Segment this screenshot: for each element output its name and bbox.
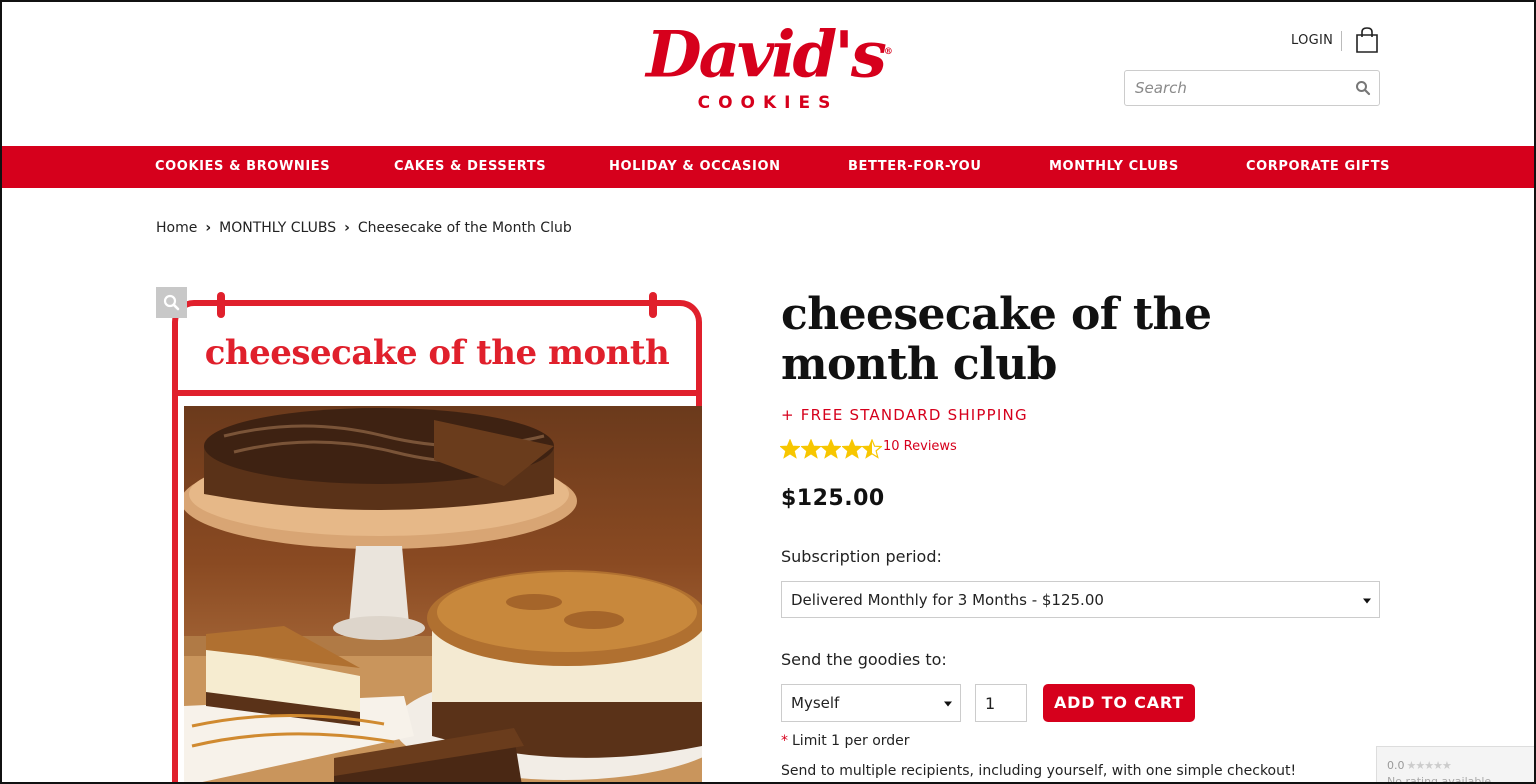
quantity-input[interactable]: [985, 693, 1019, 713]
required-asterisk: *: [781, 733, 788, 749]
nav-item-monthly-clubs[interactable]: MONTHLY CLUBS: [1049, 146, 1179, 188]
nav-item-cakes-desserts[interactable]: CAKES & DESSERTS: [394, 146, 546, 188]
subscription-period-label: Subscription period:: [781, 547, 942, 566]
header-divider: [1341, 31, 1342, 51]
rating-widget-badge[interactable]: 0.0 ★★★★★ No rating available: [1376, 746, 1534, 784]
chevron-right-icon: ›: [344, 220, 350, 236]
image-card-title: cheesecake of the month: [204, 333, 670, 373]
image-card: cheesecake of the month: [172, 300, 702, 784]
reviews-link[interactable]: 10 Reviews: [883, 439, 957, 454]
image-card-divider: [178, 390, 696, 396]
nav-item-better-for-you[interactable]: BETTER-FOR-YOU: [848, 146, 982, 188]
send-to-label: Send the goodies to:: [781, 650, 947, 669]
search-input[interactable]: [1135, 77, 1335, 99]
product-price: $125.00: [781, 486, 885, 511]
zoom-button[interactable]: [156, 287, 187, 318]
nav-item-holiday-occasion[interactable]: HOLIDAY & OCCASION: [609, 146, 781, 188]
rating-badge-subtitle: No rating available: [1387, 775, 1492, 784]
nav-item-corporate-gifts[interactable]: CORPORATE GIFTS: [1246, 146, 1390, 188]
chevron-down-icon: [1363, 598, 1371, 603]
free-shipping-label: + FREE STANDARD SHIPPING: [781, 406, 1028, 424]
quantity-field[interactable]: [975, 684, 1027, 722]
star-icon: [862, 438, 882, 459]
breadcrumb-home[interactable]: Home: [156, 220, 197, 236]
limit-note: * Limit 1 per order: [781, 733, 910, 749]
zoom-icon: [163, 294, 180, 311]
subscription-period-value: Delivered Monthly for 3 Months - $125.00: [791, 590, 1104, 609]
product-image[interactable]: cheesecake of the month: [172, 292, 702, 784]
multi-recipient-note: Send to multiple recipients, including y…: [781, 763, 1297, 779]
breadcrumb-current: Cheesecake of the Month Club: [357, 220, 572, 236]
search-icon[interactable]: [1355, 80, 1371, 96]
star-icon: [841, 438, 862, 459]
calendar-ring-left: [217, 292, 225, 318]
star-icon: [780, 438, 800, 459]
star-icon: [800, 438, 821, 459]
chevron-right-icon: ›: [205, 220, 212, 236]
product-title: cheesecake of the month club: [781, 289, 1212, 390]
limit-text: Limit 1 per order: [792, 733, 910, 749]
search-box[interactable]: [1124, 70, 1380, 106]
breadcrumb: Home › MONTHLY CLUBS › Cheesecake of the Mon…: [156, 220, 572, 236]
logo-wordmark: David's®: [646, 17, 893, 93]
breadcrumb-monthly-clubs[interactable]: MONTHLY CLUBS: [219, 220, 336, 236]
calendar-ring-right: [649, 292, 657, 318]
nav-item-cookies-brownies[interactable]: COOKIES & BROWNIES: [155, 146, 330, 188]
cheesecake-photo: [184, 406, 702, 784]
send-to-select[interactable]: Myself: [781, 684, 961, 722]
subscription-period-select[interactable]: Delivered Monthly for 3 Months - $125.00: [781, 581, 1380, 618]
main-nav: COOKIES & BROWNIES CAKES & DESSERTS HOLI…: [2, 146, 1534, 188]
logo-subtitle: COOKIES: [697, 93, 839, 114]
send-to-value: Myself: [791, 694, 840, 712]
rating-badge-score: 0.0: [1387, 759, 1405, 772]
star-icon: [821, 438, 841, 459]
davids-cookies-logo[interactable]: David's® COOKIES: [636, 14, 900, 120]
chevron-down-icon: [944, 701, 952, 707]
rating-badge-stars: ★★★★★: [1406, 759, 1452, 772]
shopping-bag-icon[interactable]: [1354, 26, 1380, 54]
login-link[interactable]: LOGIN: [1291, 33, 1333, 48]
registered-mark: ®: [883, 47, 893, 57]
star-rating: [780, 438, 883, 460]
cheesecake-illustration: [184, 408, 702, 784]
add-to-cart-button[interactable]: ADD TO CART: [1043, 684, 1195, 722]
